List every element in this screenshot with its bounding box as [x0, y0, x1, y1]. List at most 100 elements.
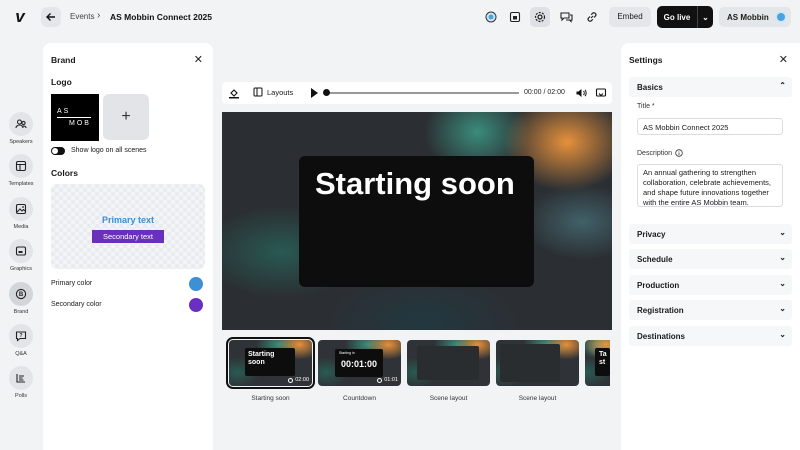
breadcrumb-events[interactable]: Events: [70, 12, 94, 21]
show-logo-label: Show logo on all scenes: [71, 147, 147, 154]
brand-icon: B: [9, 282, 33, 306]
accordion-production[interactable]: Production ⌄: [629, 275, 792, 295]
rail-item-polls[interactable]: Polls: [7, 366, 35, 399]
accordion-label: Privacy: [637, 229, 666, 239]
stage-preview: Starting soon: [222, 112, 612, 330]
chat-icon[interactable]: [556, 7, 576, 27]
secondary-color-label: Secondary color: [51, 301, 102, 308]
go-live-label: Go live: [663, 12, 691, 22]
chevron-down-icon: ⌄: [779, 253, 786, 262]
account-menu[interactable]: AS Mobbin: [719, 7, 791, 27]
chevron-down-icon: ⌄: [779, 228, 786, 237]
accordion-basics[interactable]: Basics ⌃: [629, 77, 792, 97]
panel-title: Brand: [51, 55, 76, 65]
panel-title: Settings: [629, 55, 663, 65]
svg-text:?: ?: [19, 333, 22, 339]
back-button[interactable]: [41, 7, 61, 27]
rail-item-speakers[interactable]: Speakers: [7, 112, 35, 145]
scene-thumbnail[interactable]: Ta st: [585, 340, 610, 386]
show-logo-toggle[interactable]: [51, 147, 65, 155]
rail-item-brand[interactable]: B Brand: [7, 282, 35, 315]
rail-label: Brand: [13, 309, 29, 315]
accordion-label: Destinations: [637, 331, 686, 341]
countdown-kicker: Starting in: [339, 351, 355, 355]
avatar: [774, 11, 787, 23]
accordion-registration[interactable]: Registration ⌄: [629, 300, 792, 320]
scene-thumbnail[interactable]: Starting in 00:01:00 01:01: [318, 340, 401, 386]
accordion-label: Schedule: [637, 254, 673, 264]
plus-icon: +: [121, 108, 131, 125]
layouts-icon: [253, 87, 263, 97]
top-bar: v Events › AS Mobbin Connect 2025 Embed …: [0, 0, 800, 34]
stage-toolbar: Layouts 00:00 / 02:00: [222, 82, 612, 104]
speakers-icon: [9, 112, 33, 136]
chevron-down-icon: ⌄: [779, 304, 786, 313]
scene-thumbnail[interactable]: [496, 340, 579, 386]
rail-item-media[interactable]: Media: [7, 197, 35, 230]
scene-duration-text: 01:01: [384, 377, 398, 383]
chevron-up-icon: ⌃: [779, 81, 786, 90]
layouts-label: Layouts: [267, 87, 294, 97]
title-field-label: Title *: [637, 103, 655, 110]
qa-icon: ?: [9, 324, 33, 348]
preview-secondary-text: Secondary text: [92, 230, 164, 243]
brand-panel: Brand ✕ Logo AS MOB + Show logo on all s…: [43, 43, 213, 450]
rail-label: Q&A: [15, 351, 27, 357]
description-textarea[interactable]: An annual gathering to strengthen collab…: [637, 164, 783, 207]
scene-thumbnail[interactable]: Starting soon 02:00: [226, 337, 315, 389]
accordion-privacy[interactable]: Privacy ⌄: [629, 224, 792, 244]
page-title: AS Mobbin Connect 2025: [110, 12, 213, 22]
rail-item-graphics[interactable]: Graphics: [7, 239, 35, 272]
brand-logo-thumbnail[interactable]: AS MOB: [51, 94, 99, 141]
settings-icon[interactable]: [530, 7, 550, 27]
accordion-schedule[interactable]: Schedule ⌄: [629, 249, 792, 269]
embed-button[interactable]: Embed: [609, 7, 651, 27]
playback-scrubber[interactable]: [325, 92, 519, 94]
scene-label: Scene layout: [429, 395, 468, 402]
go-live-button[interactable]: Go live ⌄: [657, 6, 713, 28]
accordion-label: Production: [637, 280, 680, 290]
secondary-color-swatch[interactable]: [189, 298, 203, 312]
primary-color-label: Primary color: [51, 280, 93, 287]
scene-duration-text: 02:00: [295, 377, 309, 383]
vimeo-logo-icon[interactable]: v: [10, 7, 30, 27]
add-logo-button[interactable]: +: [103, 94, 149, 140]
scene-card-text: Ta st: [595, 348, 610, 376]
accordion-destinations[interactable]: Destinations ⌄: [629, 326, 792, 346]
polls-icon: [9, 366, 33, 390]
scrubber-handle[interactable]: [323, 89, 330, 96]
logo-text-bottom: MOB: [69, 120, 91, 127]
settings-panel: Settings ✕ Basics ⌃ Title * AS Mobbin Co…: [621, 43, 800, 450]
description-field-label: Description: [637, 149, 683, 157]
scene-layout-card: [500, 344, 560, 382]
play-icon[interactable]: [311, 88, 318, 98]
arrow-left-icon: [46, 13, 55, 21]
breadcrumb-separator: ›: [97, 10, 101, 21]
accordion-label: Basics: [637, 82, 663, 92]
paint-bucket-icon[interactable]: [228, 87, 240, 99]
scene-label: Starting soon: [251, 395, 290, 402]
cast-icon[interactable]: [595, 87, 607, 99]
scene-label: Countdown: [343, 395, 376, 402]
rail-item-templates[interactable]: Templates: [7, 154, 35, 187]
volume-icon[interactable]: [575, 87, 587, 99]
info-icon[interactable]: [675, 149, 683, 157]
primary-color-swatch[interactable]: [189, 277, 203, 291]
title-input[interactable]: AS Mobbin Connect 2025: [637, 118, 783, 135]
scene-thumbnail[interactable]: [407, 340, 490, 386]
scene-duration: 02:00: [288, 377, 309, 383]
close-icon[interactable]: ✕: [779, 53, 788, 66]
layouts-button[interactable]: Layouts: [253, 87, 293, 97]
status-icon[interactable]: [481, 7, 501, 27]
close-icon[interactable]: ✕: [194, 53, 203, 66]
timer-icon: [377, 377, 383, 383]
link-icon[interactable]: [582, 7, 602, 27]
layout-icon[interactable]: [505, 7, 525, 27]
rail-item-qa[interactable]: ? Q&A: [7, 324, 35, 357]
logo-section-heading: Logo: [51, 77, 72, 87]
templates-icon: [9, 154, 33, 178]
chevron-down-icon[interactable]: ⌄: [697, 6, 713, 28]
rail-label: Polls: [15, 393, 27, 399]
colors-section-heading: Colors: [51, 168, 78, 178]
color-preview: Primary text Secondary text: [51, 184, 205, 269]
